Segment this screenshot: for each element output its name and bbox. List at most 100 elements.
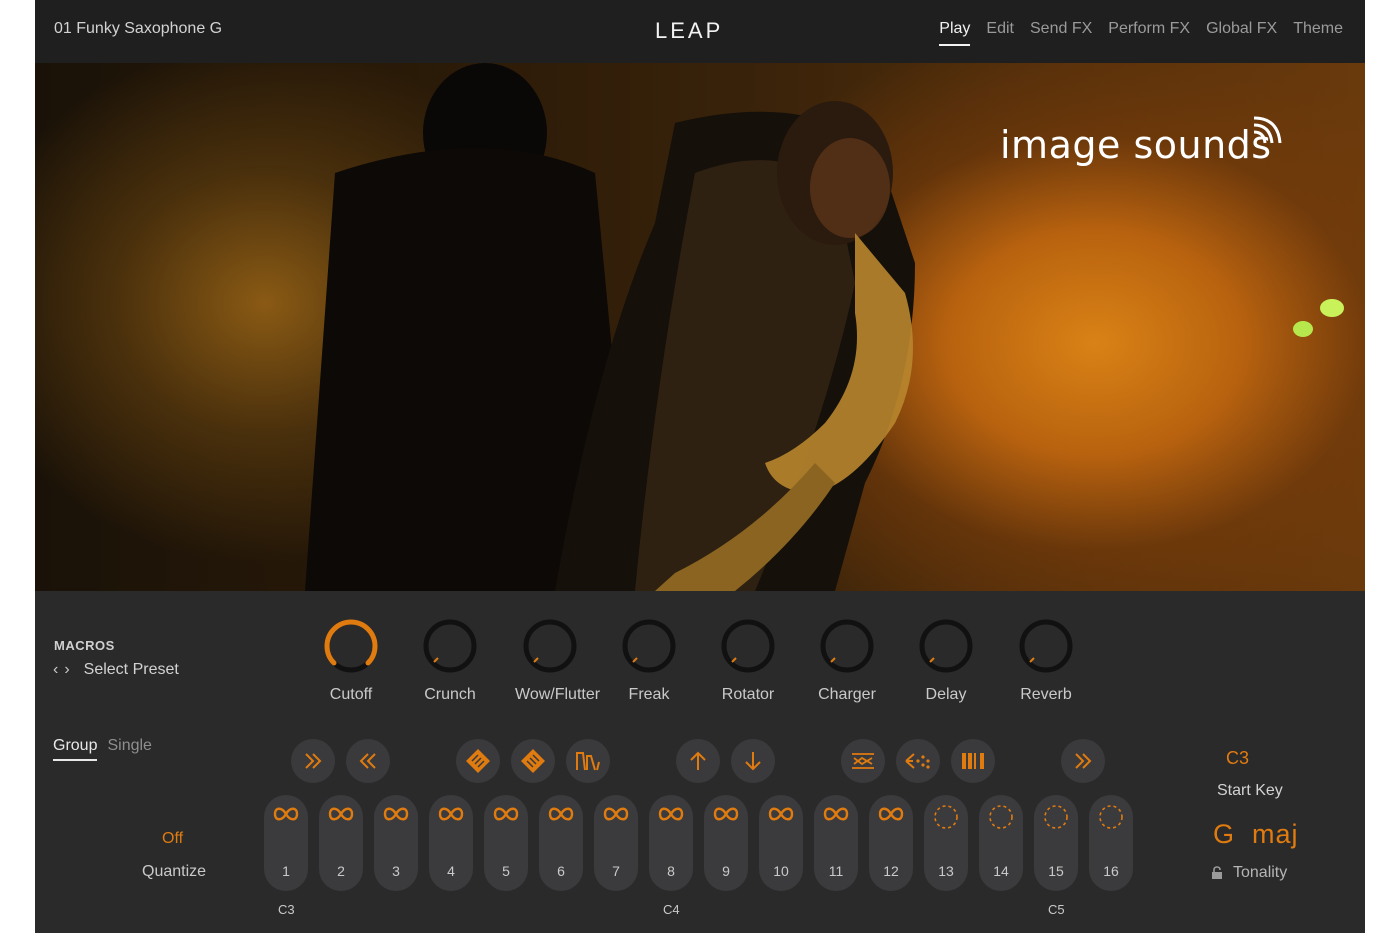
pitch-up-button[interactable] <box>676 739 720 783</box>
pad-4[interactable]: 4 <box>429 795 473 891</box>
tab-play[interactable]: Play <box>939 20 971 46</box>
loop-icon <box>658 807 684 821</box>
main-tabs: Play Edit Send FX Perform FX Global FX T… <box>939 20 1343 46</box>
tab-theme[interactable]: Theme <box>1293 20 1343 46</box>
pad-number: 13 <box>938 863 954 879</box>
reverse-button[interactable] <box>841 739 885 783</box>
pad-8[interactable]: 8 <box>649 795 693 891</box>
slices-button[interactable] <box>951 739 995 783</box>
loop-icon <box>438 807 464 821</box>
pad-11[interactable]: 11 <box>814 795 858 891</box>
pad-9[interactable]: 9 <box>704 795 748 891</box>
wave-shape-button[interactable] <box>566 739 610 783</box>
preset-name[interactable]: 01 Funky Saxophone G <box>54 20 222 38</box>
knob-dial[interactable] <box>522 618 578 674</box>
instrument-artwork: image sounds <box>35 63 1365 591</box>
grid-diamond-alt-button[interactable] <box>511 739 555 783</box>
pad-13[interactable]: 13 <box>924 795 968 891</box>
pad-number: 3 <box>392 863 400 879</box>
pad-16[interactable]: 16 <box>1089 795 1133 891</box>
knob-dial[interactable] <box>621 618 677 674</box>
pad-2[interactable]: 2 <box>319 795 363 891</box>
tab-perform-fx[interactable]: Perform FX <box>1108 20 1190 46</box>
key-label-c3: C3 <box>278 902 295 917</box>
tab-send-fx[interactable]: Send FX <box>1030 20 1092 46</box>
chevron-right-icon[interactable]: › <box>64 661 69 679</box>
macro-knob-reverb[interactable]: Reverb <box>1011 618 1081 704</box>
grid-diamond-alt-icon <box>521 749 545 773</box>
knob-dial[interactable] <box>422 618 478 674</box>
tab-single[interactable]: Single <box>107 737 151 761</box>
tab-edit[interactable]: Edit <box>986 20 1014 46</box>
empty-slot-icon <box>989 805 1013 829</box>
macro-knob-freak[interactable]: Freak <box>614 618 684 704</box>
fast-forward-icon <box>305 753 322 769</box>
knob-label: Reverb <box>1020 686 1072 703</box>
knob-dial[interactable] <box>1018 618 1074 674</box>
tab-group[interactable]: Group <box>53 737 98 761</box>
macro-knob-wow-flutter[interactable]: Wow/Flutter <box>515 618 601 704</box>
knob-dial[interactable] <box>720 618 776 674</box>
pad-12[interactable]: 12 <box>869 795 913 891</box>
knob-label: Crunch <box>424 686 476 703</box>
macro-knob-cutoff[interactable]: Cutoff <box>316 618 386 704</box>
pad-10[interactable]: 10 <box>759 795 803 891</box>
sound-waves-icon <box>1253 116 1282 144</box>
rewind-button[interactable] <box>346 739 390 783</box>
pad-7[interactable]: 7 <box>594 795 638 891</box>
knob-label: Freak <box>628 686 670 703</box>
fast-forward-button[interactable] <box>291 739 335 783</box>
scatter-arrow-icon <box>905 753 930 769</box>
pad-15[interactable]: 15 <box>1034 795 1078 891</box>
scatter-button[interactable] <box>896 739 940 783</box>
slices-icon <box>962 753 984 769</box>
knob-label: Delay <box>925 686 967 703</box>
loop-icon <box>548 807 574 821</box>
macro-knob-rotator[interactable]: Rotator <box>713 618 783 704</box>
pad-5[interactable]: 5 <box>484 795 528 891</box>
loop-icon <box>273 807 299 821</box>
fast-forward-button-2[interactable] <box>1061 739 1105 783</box>
macro-preset-nav: ‹ › Select Preset <box>53 661 179 679</box>
pad-3[interactable]: 3 <box>374 795 418 891</box>
knob-dial[interactable] <box>819 618 875 674</box>
knob-label: Charger <box>818 686 876 703</box>
knob-label: Rotator <box>721 686 775 703</box>
pad-1[interactable]: 1 <box>264 795 308 891</box>
pitch-down-button[interactable] <box>731 739 775 783</box>
quantize-value[interactable]: Off <box>162 830 183 848</box>
loop-icon <box>383 807 409 821</box>
chevron-left-icon[interactable]: ‹ <box>53 661 58 679</box>
pad-number: 9 <box>722 863 730 879</box>
macro-knob-delay[interactable]: Delay <box>911 618 981 704</box>
empty-slot-icon <box>1044 805 1068 829</box>
knob-label: Wow/Flutter <box>515 686 601 703</box>
macros-title: MACROS <box>54 638 115 653</box>
select-preset-button[interactable]: Select Preset <box>84 661 179 679</box>
pad-number: 8 <box>667 863 675 879</box>
loop-icon <box>713 807 739 821</box>
knob-dial[interactable] <box>323 618 379 674</box>
arrow-up-icon <box>690 751 706 770</box>
macro-knob-charger[interactable]: Charger <box>812 618 882 704</box>
start-key-label: Start Key <box>1217 782 1283 799</box>
tonality-value[interactable]: G maj <box>1213 819 1299 850</box>
knob-label: Cutoff <box>329 686 373 703</box>
pad-number: 2 <box>337 863 345 879</box>
grid-diamond-button[interactable] <box>456 739 500 783</box>
start-key-value[interactable]: C3 <box>1226 748 1249 769</box>
empty-slot-icon <box>1099 805 1123 829</box>
pad-number: 15 <box>1048 863 1064 879</box>
knob-dial[interactable] <box>918 618 974 674</box>
pad-6[interactable]: 6 <box>539 795 583 891</box>
leap-plugin-window: 01 Funky Saxophone G LEAP Play Edit Send… <box>35 0 1365 933</box>
loop-icon <box>328 807 354 821</box>
macro-knob-crunch[interactable]: Crunch <box>415 618 485 704</box>
reverse-arrows-icon <box>852 753 874 769</box>
lock-icon[interactable] <box>1211 866 1223 880</box>
leap-logo: LEAP <box>655 18 724 43</box>
pad-14[interactable]: 14 <box>979 795 1023 891</box>
loop-icon <box>878 807 904 821</box>
tab-global-fx[interactable]: Global FX <box>1206 20 1277 46</box>
loop-icon <box>493 807 519 821</box>
